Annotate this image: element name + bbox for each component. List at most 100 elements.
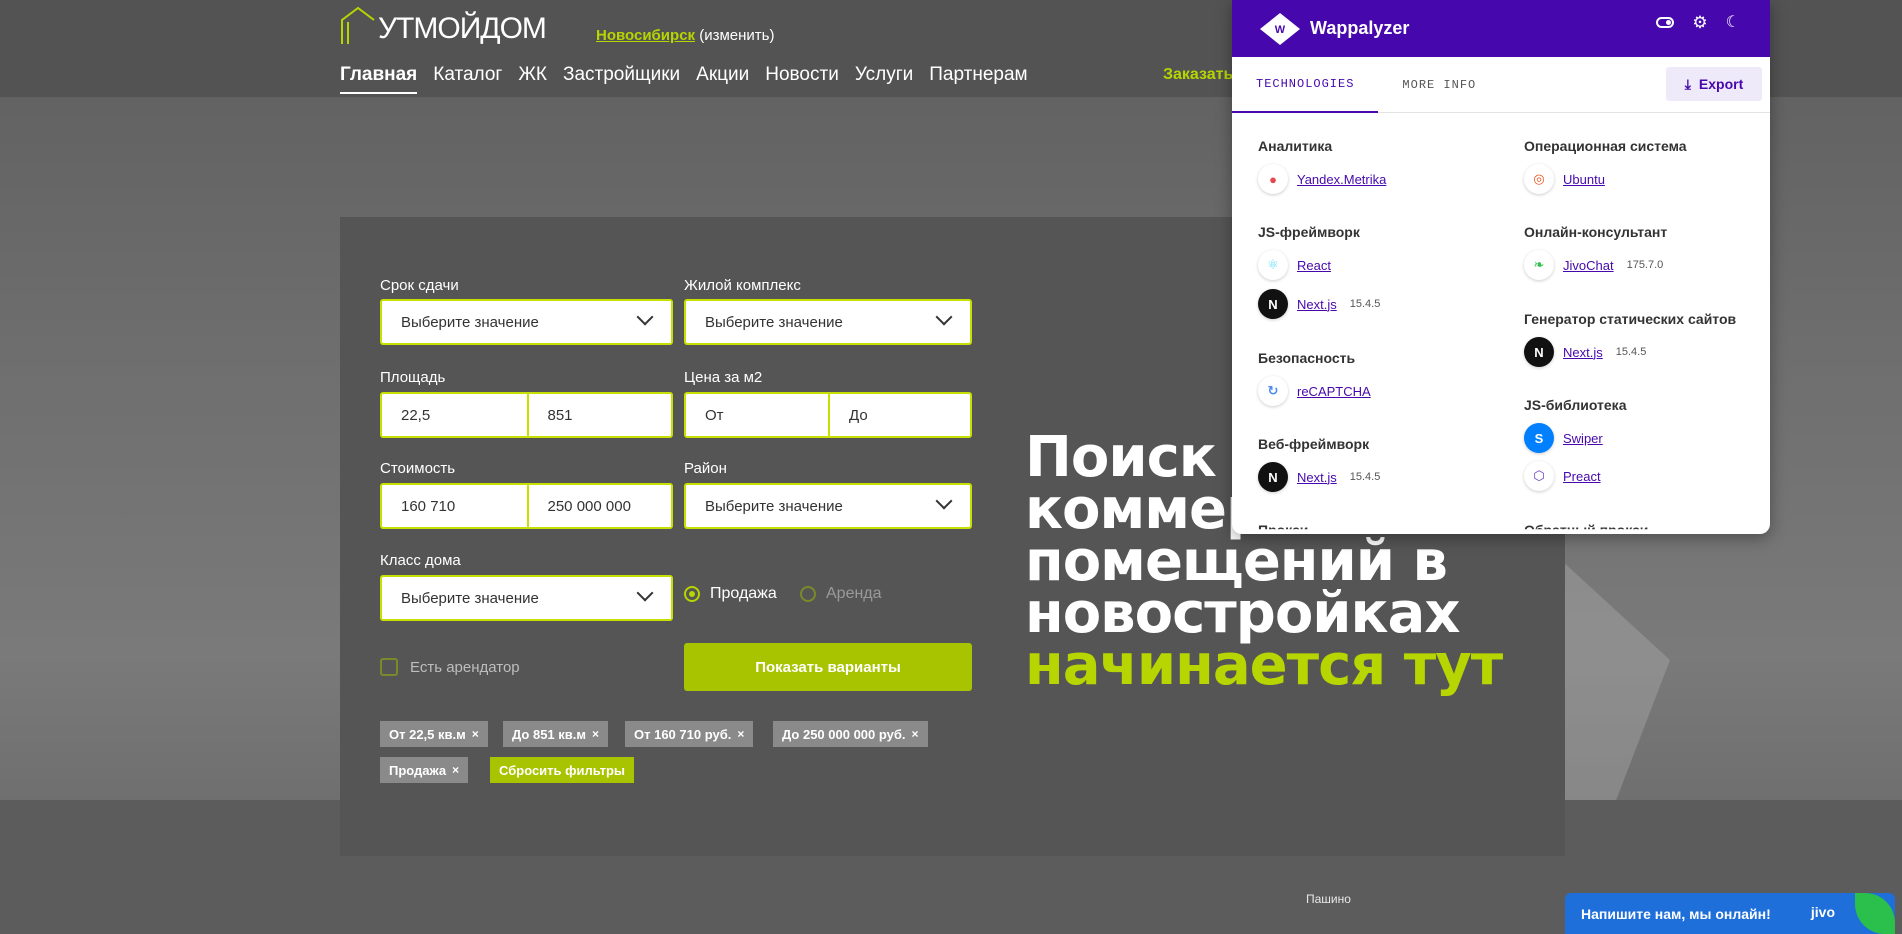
cost-from-input[interactable]: 160 710 <box>382 485 527 527</box>
chevron-down-icon <box>636 308 654 326</box>
nav-item-services[interactable]: Услуги <box>855 64 913 94</box>
headline-accent: начинается тут <box>1025 633 1503 698</box>
tech-item[interactable]: ⬡ Preact <box>1524 461 1601 491</box>
class-value: Выберите значение <box>401 589 539 607</box>
nav-item-complexes[interactable]: ЖК <box>518 64 547 94</box>
radio-checked-icon <box>684 586 700 602</box>
nav-item-home[interactable]: Главная <box>340 64 418 94</box>
filter-chip[interactable]: До 250 000 000 руб. × <box>773 721 928 747</box>
category-title: Операционная система <box>1524 138 1687 154</box>
filter-chip[interactable]: Продажа × <box>380 757 469 783</box>
wappalyzer-popup: W Wappalyzer ⚙ ☾ TECHNOLOGIES MORE INFO … <box>1232 0 1770 534</box>
deadline-select[interactable]: Выберите значение <box>380 299 673 345</box>
close-icon[interactable]: × <box>592 727 599 741</box>
district-label: Район <box>684 460 727 477</box>
tech-item[interactable]: S Swiper <box>1524 423 1603 453</box>
tech-item[interactable]: ❧ JivoChat 175.7.0 <box>1524 250 1663 280</box>
chevron-down-icon <box>636 584 654 602</box>
tech-item[interactable]: N Next.js 15.4.5 <box>1258 462 1380 492</box>
class-select[interactable]: Выберите значение <box>380 575 673 621</box>
tech-item[interactable]: ● Yandex.Metrika <box>1258 164 1386 194</box>
tech-version: 175.7.0 <box>1626 259 1664 271</box>
category-title: JS-фреймворк <box>1258 224 1360 240</box>
category-title: Безопасность <box>1258 350 1356 366</box>
tech-link[interactable]: Ubuntu <box>1563 172 1605 187</box>
tech-link[interactable]: Yandex.Metrika <box>1297 172 1386 187</box>
filter-chip[interactable]: До 851 кв.м × <box>503 721 609 747</box>
nav-item-developers[interactable]: Застройщики <box>563 64 680 94</box>
deadline-value: Выберите значение <box>401 313 539 331</box>
jivochat-icon: ❧ <box>1524 250 1554 280</box>
site-logo[interactable]: УТМОЙДОМ <box>340 4 547 46</box>
area-to-input[interactable]: 851 <box>526 394 672 436</box>
chip-label: От 22,5 кв.м <box>389 726 466 742</box>
tech-version: 15.4.5 <box>1349 298 1381 310</box>
district-select[interactable]: Выберите значение <box>684 483 972 529</box>
area-label: Площадь <box>380 369 446 386</box>
wappalyzer-title: Wappalyzer <box>1310 18 1410 38</box>
tech-version: 15.4.5 <box>1615 346 1647 358</box>
jivo-logo: jivo <box>1810 904 1835 920</box>
radio-rent[interactable]: Аренда <box>800 585 882 603</box>
city-link[interactable]: Новосибирск <box>596 27 695 44</box>
tech-item[interactable]: N Next.js 15.4.5 <box>1258 289 1380 319</box>
radio-rent-label: Аренда <box>826 585 882 602</box>
tech-version: 15.4.5 <box>1349 471 1381 483</box>
close-icon[interactable]: × <box>912 727 919 741</box>
tech-link[interactable]: JivoChat <box>1563 258 1614 273</box>
cost-to-input[interactable]: 250 000 000 <box>526 485 672 527</box>
chip-label: До 250 000 000 руб. <box>782 726 906 742</box>
swiper-icon: S <box>1524 423 1554 453</box>
close-icon[interactable]: × <box>737 727 744 741</box>
export-button[interactable]: ⤓ Export <box>1666 67 1762 101</box>
nextjs-icon: N <box>1258 289 1288 319</box>
chip-label: Продажа <box>389 762 447 778</box>
category-title: Веб-фреймворк <box>1258 436 1370 452</box>
radio-sale[interactable]: Продажа <box>684 585 777 603</box>
filter-chip[interactable]: От 160 710 руб. × <box>625 721 754 747</box>
toggle-icon[interactable] <box>1656 17 1675 28</box>
tech-link[interactable]: Swiper <box>1563 431 1603 446</box>
nav-item-catalog[interactable]: Каталог <box>433 64 502 94</box>
price-m2-to-input[interactable]: До <box>828 394 970 436</box>
jivo-chat-widget[interactable]: Напишите нам, мы онлайн! jivo <box>1565 893 1895 934</box>
nav-item-partners[interactable]: Партнерам <box>929 64 1027 94</box>
tech-item[interactable]: ◎ Ubuntu <box>1524 164 1605 194</box>
tech-link[interactable]: Next.js <box>1563 345 1603 360</box>
tech-item[interactable]: ↻ reCAPTCHA <box>1258 376 1371 406</box>
tenant-checkbox[interactable]: Есть арендатор <box>380 658 520 676</box>
complex-value: Выберите значение <box>705 313 843 331</box>
logo-text: УТМОЙДОМ <box>378 12 547 45</box>
radio-unchecked-icon <box>800 586 816 602</box>
nav-item-news[interactable]: Новости <box>765 64 839 94</box>
map-label: Пашино <box>1306 892 1351 906</box>
jivo-text: Напишите нам, мы онлайн! <box>1581 905 1771 922</box>
wappalyzer-header: W Wappalyzer ⚙ ☾ <box>1232 0 1770 57</box>
tech-item[interactable]: N Next.js 15.4.5 <box>1524 337 1646 367</box>
city-change[interactable]: (изменить) <box>699 27 774 44</box>
gear-icon[interactable]: ⚙ <box>1692 14 1707 31</box>
tech-item[interactable]: ⚛ React <box>1258 250 1331 280</box>
chip-label: От 160 710 руб. <box>634 726 732 742</box>
close-icon[interactable]: × <box>472 727 479 741</box>
tab-more-info[interactable]: MORE INFO <box>1378 57 1500 113</box>
export-label: Export <box>1698 76 1744 92</box>
filter-chip[interactable]: От 22,5 кв.м × <box>380 721 488 747</box>
tech-link[interactable]: reCAPTCHA <box>1297 384 1371 399</box>
category-title: JS-библиотека <box>1524 397 1627 413</box>
show-results-button[interactable]: Показать варианты <box>684 643 972 691</box>
tech-link[interactable]: Next.js <box>1297 470 1337 485</box>
react-icon: ⚛ <box>1258 250 1288 280</box>
tech-link[interactable]: Preact <box>1563 469 1601 484</box>
complex-select[interactable]: Выберите значение <box>684 299 972 345</box>
close-icon[interactable]: × <box>452 763 459 777</box>
moon-icon[interactable]: ☾ <box>1726 14 1740 31</box>
tech-link[interactable]: React <box>1297 258 1331 273</box>
reset-filters-button[interactable]: Сбросить фильтры <box>490 757 635 783</box>
order-link[interactable]: Заказать <box>1163 66 1233 84</box>
area-from-input[interactable]: 22,5 <box>382 394 527 436</box>
tab-technologies[interactable]: TECHNOLOGIES <box>1232 57 1379 113</box>
tech-link[interactable]: Next.js <box>1297 297 1337 312</box>
nav-item-promos[interactable]: Акции <box>696 64 749 94</box>
price-m2-from-input[interactable]: От <box>686 394 828 436</box>
